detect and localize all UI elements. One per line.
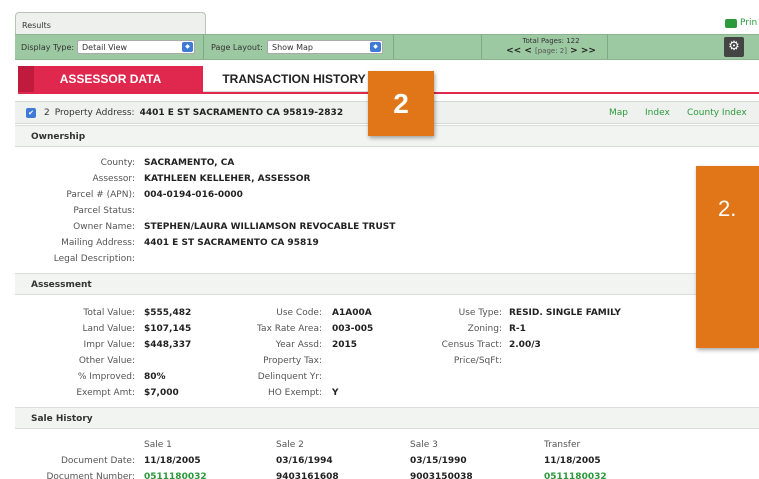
next-page-button[interactable]: > [570,46,578,56]
tab-transaction-history[interactable]: TRANSACTION HISTORY [203,66,385,92]
gear-icon: ⚙ [728,39,740,54]
property-checkbox[interactable]: ✔ [26,107,36,118]
map-link[interactable]: Map [609,108,628,118]
results-tab[interactable]: Results [15,12,206,34]
assessment-col3-label-text: Zoning: [467,324,502,334]
assessment-col3-label-text: Census Tract: [441,340,502,350]
assessment-col3-label: Census Tract: [0,338,502,352]
sale-cell-text: 0511180032 [144,472,207,479]
select-caret-icon: ◆ [370,42,381,52]
assessment-col3-value-text: RESID. SINGLE FAMILY [509,308,621,318]
assessment-col3-value-text: 2.00/3 [509,340,541,350]
page-layout-value: Show Map [272,42,314,52]
sale-row-label: Document Number: [0,470,135,479]
ownership-field-label: Mailing Address: [0,236,135,250]
sale-cell-text: 0511180032 [544,472,607,479]
sale-cell-text: 11/18/2005 [544,456,601,466]
ownership-field-label-text: Owner Name: [73,222,135,232]
sale-cell-text: 9003150038 [410,472,473,479]
ownership-field-value-text: KATHLEEN KELLEHER, ASSESSOR [144,174,311,184]
ownership-field-value-text: 004-0194-016-0000 [144,190,243,200]
callout-marker-small: 2 [368,71,434,136]
sale-cell-text: 11/18/2005 [144,456,201,466]
total-pages: Total Pages: 122 [522,37,580,45]
ownership-field-label: Owner Name: [0,220,135,234]
index-link[interactable]: Index [645,108,670,118]
printer-icon [725,18,737,28]
ownership-field-value-text: STEPHEN/LAURA WILLIAMSON REVOCABLE TRUST [144,222,396,232]
assessment-col3-label-text: Use Type: [458,308,502,318]
assessment-col3-label: Use Type: [0,306,502,320]
ownership-field-label-text: Legal Description: [53,254,135,264]
ownership-field-label-text: Assessor: [92,174,135,184]
ownership-field-label-text: Parcel Status: [73,206,135,216]
ownership-field-value-text: 4401 E ST SACRAMENTO CA 95819 [144,238,319,248]
settings-button[interactable]: ⚙ [724,37,744,57]
display-type-select[interactable]: Detail View ◆ [77,40,195,54]
assessment-col2-label-text: HO Exempt: [267,388,322,398]
tab-transaction-label: TRANSACTION HISTORY [222,71,366,86]
county-index-link[interactable]: County Index [687,108,747,118]
print-link[interactable]: Prin [725,18,757,28]
assessment-col3-label: Zoning: [0,322,502,336]
pager: Total Pages: 122 << < [page: 2] > >> [491,37,611,56]
ownership-field-label: Legal Description: [0,252,135,266]
assessment-col3-label-text: Price/SqFt: [453,356,502,366]
sale-cell-text: 03/15/1990 [410,456,467,466]
ownership-field-label: Assessor: [0,172,135,186]
ownership-field-label-text: Parcel # (APN): [66,190,135,200]
assessment-col2-label: Delinquent Yr: [0,370,322,384]
ownership-field-label: Parcel # (APN): [0,188,135,202]
sale-cell-text: 9403161608 [276,472,339,479]
page-layout-select[interactable]: Show Map ◆ [267,40,383,54]
assessment-col2-label: HO Exempt: [0,386,322,400]
page-indicator: [page: 2] [535,47,567,55]
prev-page-button[interactable]: < [524,46,532,56]
tab-assessor-label: ASSESSOR DATA [59,72,162,86]
first-page-button[interactable]: << [506,46,521,56]
property-address: 4401 E ST SACRAMENTO CA 95819-2832 [139,107,344,118]
assessment-col2-label-text: Delinquent Yr: [257,372,322,382]
sale-row-label: Document Date: [0,454,135,468]
callout-marker-large: 2. [696,166,759,348]
page-layout-label: Page Layout: [211,42,263,52]
sale-history-section-title: Sale History [15,407,759,429]
active-tab-marker [18,66,34,92]
ownership-field-label: County: [0,156,135,170]
assessment-col3-label: Price/SqFt: [0,354,502,368]
assessment-section-title: Assessment [15,273,759,295]
last-page-button[interactable]: >> [581,46,596,56]
assessment-col2-value-text: Y [332,388,339,398]
ownership-field-label-text: Mailing Address: [61,238,135,248]
sale-row-label-text: Document Date: [60,456,135,466]
ownership-field-label-text: County: [100,158,135,168]
ownership-field-label: Parcel Status: [0,204,135,218]
assessment-col3-value-text: R-1 [509,324,526,334]
sale-cell-text: 03/16/1994 [276,456,333,466]
print-label: Prin [740,18,758,28]
property-address-label: Property Address: [54,107,135,118]
sale-column-header: Sale 2 [276,440,304,450]
display-type-value: Detail View [82,42,128,52]
sale-column-header: Transfer [544,440,581,450]
sale-row-label-text: Document Number: [46,472,135,479]
display-type-label: Display Type: [21,42,75,52]
sale-column-header: Sale 3 [410,440,438,450]
ownership-field-value-text: SACRAMENTO, CA [144,158,235,168]
sale-column-header: Sale 1 [144,440,172,450]
property-number: 2 [44,107,50,118]
select-caret-icon: ◆ [182,42,193,52]
tab-assessor-data[interactable]: ASSESSOR DATA [18,66,203,92]
results-toolbar: Display Type: Detail View ◆ Page Layout:… [15,34,759,60]
